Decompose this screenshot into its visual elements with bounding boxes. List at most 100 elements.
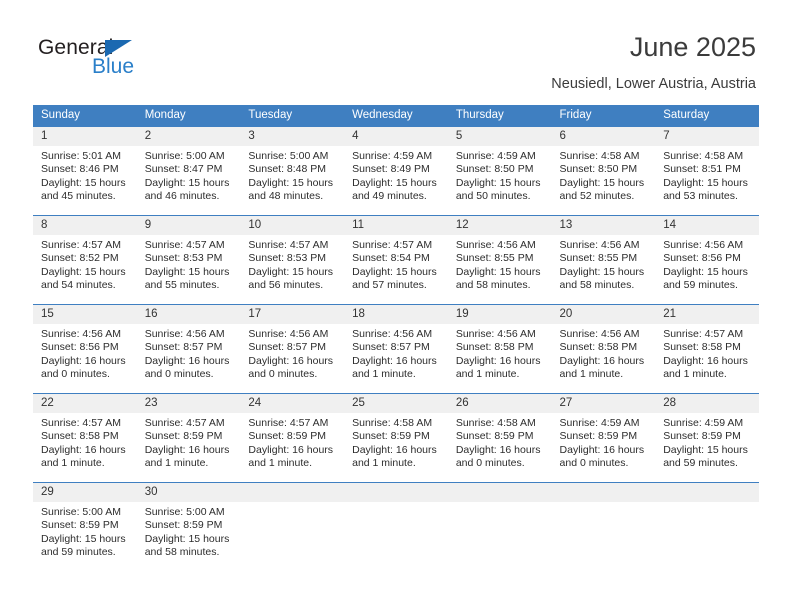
day-cell[interactable]: 25 Sunrise: 4:58 AM Sunset: 8:59 PM Dayli…: [344, 393, 448, 482]
sun-times-text: Sunrise: 4:56 AM Sunset: 8:56 PM Dayligh…: [663, 239, 748, 292]
day-cell[interactable]: 2 Sunrise: 5:00 AM Sunset: 8:47 PM Daylig…: [136, 126, 241, 215]
day-cell-inner: 10 Sunrise: 4:57 AM Sunset: 8:53 PM Dayli…: [240, 215, 345, 304]
day-number: [447, 483, 552, 502]
day-cell[interactable]: 17 Sunrise: 4:56 AM Sunset: 8:57 PM Dayli…: [240, 304, 345, 393]
day-cell[interactable]: 15 Sunrise: 4:56 AM Sunset: 8:56 PM Dayli…: [33, 304, 137, 393]
day-cell[interactable]: 29 Sunrise: 5:00 AM Sunset: 8:59 PM Dayli…: [33, 482, 137, 571]
day-cell[interactable]: 8 Sunrise: 4:57 AM Sunset: 8:52 PM Daylig…: [33, 215, 137, 304]
day-number: 5: [447, 127, 552, 146]
sun-times-text: Sunrise: 5:00 AM Sunset: 8:59 PM Dayligh…: [144, 506, 230, 559]
day-cell[interactable]: 7 Sunrise: 4:58 AM Sunset: 8:51 PM Daylig…: [655, 126, 759, 215]
day-cell-inner: 11 Sunrise: 4:57 AM Sunset: 8:54 PM Dayli…: [344, 215, 448, 304]
day-cell[interactable]: 18 Sunrise: 4:56 AM Sunset: 8:57 PM Dayli…: [344, 304, 448, 393]
sun-times-text: [552, 502, 656, 506]
weekday-header-thursday: Thursday: [447, 105, 552, 126]
day-cell[interactable]: 26 Sunrise: 4:58 AM Sunset: 8:59 PM Dayli…: [447, 393, 552, 482]
sun-times-text: Sunrise: 4:56 AM Sunset: 8:58 PM Dayligh…: [559, 328, 645, 381]
day-cell[interactable]: 20 Sunrise: 4:56 AM Sunset: 8:58 PM Dayli…: [551, 304, 656, 393]
day-cell-inner: 23 Sunrise: 4:57 AM Sunset: 8:59 PM Dayli…: [136, 393, 241, 482]
day-cell-inner: 19 Sunrise: 4:56 AM Sunset: 8:58 PM Dayli…: [447, 304, 552, 393]
day-number: 1: [33, 127, 137, 146]
day-cell-inner: [447, 482, 552, 571]
day-cell[interactable]: 13 Sunrise: 4:56 AM Sunset: 8:55 PM Dayli…: [551, 215, 656, 304]
sun-times-text: Sunrise: 4:56 AM Sunset: 8:57 PM Dayligh…: [352, 328, 437, 381]
day-cell-inner: [551, 482, 656, 571]
day-cell[interactable]: 12 Sunrise: 4:56 AM Sunset: 8:55 PM Dayli…: [447, 215, 552, 304]
day-number: [344, 483, 448, 502]
day-cell[interactable]: 4 Sunrise: 4:59 AM Sunset: 8:49 PM Daylig…: [344, 126, 448, 215]
day-cell[interactable]: 21 Sunrise: 4:57 AM Sunset: 8:58 PM Dayli…: [655, 304, 759, 393]
calendar-table: Sunday Monday Tuesday Wednesday Thursday…: [33, 105, 759, 571]
day-cell-inner: 6 Sunrise: 4:58 AM Sunset: 8:50 PM Daylig…: [551, 126, 656, 215]
day-number: 18: [344, 305, 448, 324]
sun-times-text: Sunrise: 4:56 AM Sunset: 8:55 PM Dayligh…: [455, 239, 541, 292]
day-number: 7: [655, 127, 759, 146]
day-cell-inner: 30 Sunrise: 5:00 AM Sunset: 8:59 PM Dayli…: [136, 482, 241, 571]
sun-times-text: [344, 502, 448, 506]
day-cell-inner: 21 Sunrise: 4:57 AM Sunset: 8:58 PM Dayli…: [655, 304, 759, 393]
day-cell[interactable]: 6 Sunrise: 4:58 AM Sunset: 8:50 PM Daylig…: [551, 126, 656, 215]
day-number: 15: [33, 305, 137, 324]
sun-times-text: [655, 502, 759, 506]
day-cell[interactable]: 19 Sunrise: 4:56 AM Sunset: 8:58 PM Dayli…: [447, 304, 552, 393]
day-cell[interactable]: 27 Sunrise: 4:59 AM Sunset: 8:59 PM Dayli…: [551, 393, 656, 482]
day-number: 14: [655, 216, 759, 235]
day-cell-inner: 22 Sunrise: 4:57 AM Sunset: 8:58 PM Dayli…: [33, 393, 137, 482]
day-number: 25: [344, 394, 448, 413]
day-cell[interactable]: 23 Sunrise: 4:57 AM Sunset: 8:59 PM Dayli…: [136, 393, 241, 482]
weekday-header-wednesday: Wednesday: [344, 105, 448, 126]
weekday-header-monday: Monday: [136, 105, 241, 126]
day-number: 4: [344, 127, 448, 146]
sun-times-text: Sunrise: 4:59 AM Sunset: 8:50 PM Dayligh…: [455, 150, 541, 203]
day-cell[interactable]: 24 Sunrise: 4:57 AM Sunset: 8:59 PM Dayli…: [240, 393, 345, 482]
calendar-week-row: 15 Sunrise: 4:56 AM Sunset: 8:56 PM Dayli…: [33, 304, 759, 393]
calendar-week-row: 22 Sunrise: 4:57 AM Sunset: 8:58 PM Dayli…: [33, 393, 759, 482]
day-cell[interactable]: 22 Sunrise: 4:57 AM Sunset: 8:58 PM Dayli…: [33, 393, 137, 482]
day-number: 23: [136, 394, 241, 413]
day-number: 19: [447, 305, 552, 324]
day-cell-empty: [655, 482, 759, 571]
day-number: 28: [655, 394, 759, 413]
day-cell[interactable]: 10 Sunrise: 4:57 AM Sunset: 8:53 PM Dayli…: [240, 215, 345, 304]
day-cell[interactable]: 14 Sunrise: 4:56 AM Sunset: 8:56 PM Dayli…: [655, 215, 759, 304]
month-calendar: Sunday Monday Tuesday Wednesday Thursday…: [33, 105, 759, 571]
day-number: [240, 483, 345, 502]
sun-times-text: Sunrise: 4:59 AM Sunset: 8:59 PM Dayligh…: [559, 417, 645, 470]
day-cell-inner: 17 Sunrise: 4:56 AM Sunset: 8:57 PM Dayli…: [240, 304, 345, 393]
sun-times-text: [240, 502, 344, 506]
day-cell[interactable]: 28 Sunrise: 4:59 AM Sunset: 8:59 PM Dayli…: [655, 393, 759, 482]
day-cell-inner: 12 Sunrise: 4:56 AM Sunset: 8:55 PM Dayli…: [447, 215, 552, 304]
day-cell[interactable]: 11 Sunrise: 4:57 AM Sunset: 8:54 PM Dayli…: [344, 215, 448, 304]
day-number: 11: [344, 216, 448, 235]
sun-times-text: Sunrise: 4:56 AM Sunset: 8:56 PM Dayligh…: [41, 328, 126, 381]
location-subtitle: Neusiedl, Lower Austria, Austria: [551, 76, 756, 92]
day-cell-inner: 13 Sunrise: 4:56 AM Sunset: 8:55 PM Dayli…: [551, 215, 656, 304]
sun-times-text: Sunrise: 4:58 AM Sunset: 8:51 PM Dayligh…: [663, 150, 748, 203]
day-cell-empty: [344, 482, 448, 571]
sun-times-text: Sunrise: 4:57 AM Sunset: 8:53 PM Dayligh…: [248, 239, 334, 292]
calendar-header-row: Sunday Monday Tuesday Wednesday Thursday…: [33, 105, 759, 126]
day-cell-inner: 26 Sunrise: 4:58 AM Sunset: 8:59 PM Dayli…: [447, 393, 552, 482]
day-cell[interactable]: 30 Sunrise: 5:00 AM Sunset: 8:59 PM Dayli…: [136, 482, 241, 571]
day-number: 17: [240, 305, 345, 324]
day-number: 20: [551, 305, 656, 324]
day-cell[interactable]: 5 Sunrise: 4:59 AM Sunset: 8:50 PM Daylig…: [447, 126, 552, 215]
day-cell[interactable]: 16 Sunrise: 4:56 AM Sunset: 8:57 PM Dayli…: [136, 304, 241, 393]
sun-times-text: Sunrise: 4:57 AM Sunset: 8:58 PM Dayligh…: [663, 328, 748, 381]
sun-times-text: Sunrise: 4:57 AM Sunset: 8:52 PM Dayligh…: [41, 239, 126, 292]
sun-times-text: Sunrise: 4:57 AM Sunset: 8:58 PM Dayligh…: [41, 417, 126, 470]
day-number: 24: [240, 394, 345, 413]
sun-times-text: [448, 502, 552, 506]
weekday-header-saturday: Saturday: [655, 105, 759, 126]
calendar-week-row: 29 Sunrise: 5:00 AM Sunset: 8:59 PM Dayli…: [33, 482, 759, 571]
day-number: 30: [136, 483, 241, 502]
day-number: 21: [655, 305, 759, 324]
day-cell[interactable]: 3 Sunrise: 5:00 AM Sunset: 8:48 PM Daylig…: [240, 126, 345, 215]
general-blue-logo[interactable]: General Blue: [38, 36, 218, 86]
day-cell-inner: 28 Sunrise: 4:59 AM Sunset: 8:59 PM Dayli…: [655, 393, 759, 482]
sun-times-text: Sunrise: 4:56 AM Sunset: 8:58 PM Dayligh…: [455, 328, 541, 381]
day-number: 29: [33, 483, 137, 502]
day-cell[interactable]: 1 Sunrise: 5:01 AM Sunset: 8:46 PM Daylig…: [33, 126, 137, 215]
day-cell[interactable]: 9 Sunrise: 4:57 AM Sunset: 8:53 PM Daylig…: [136, 215, 241, 304]
weekday-header-friday: Friday: [551, 105, 656, 126]
